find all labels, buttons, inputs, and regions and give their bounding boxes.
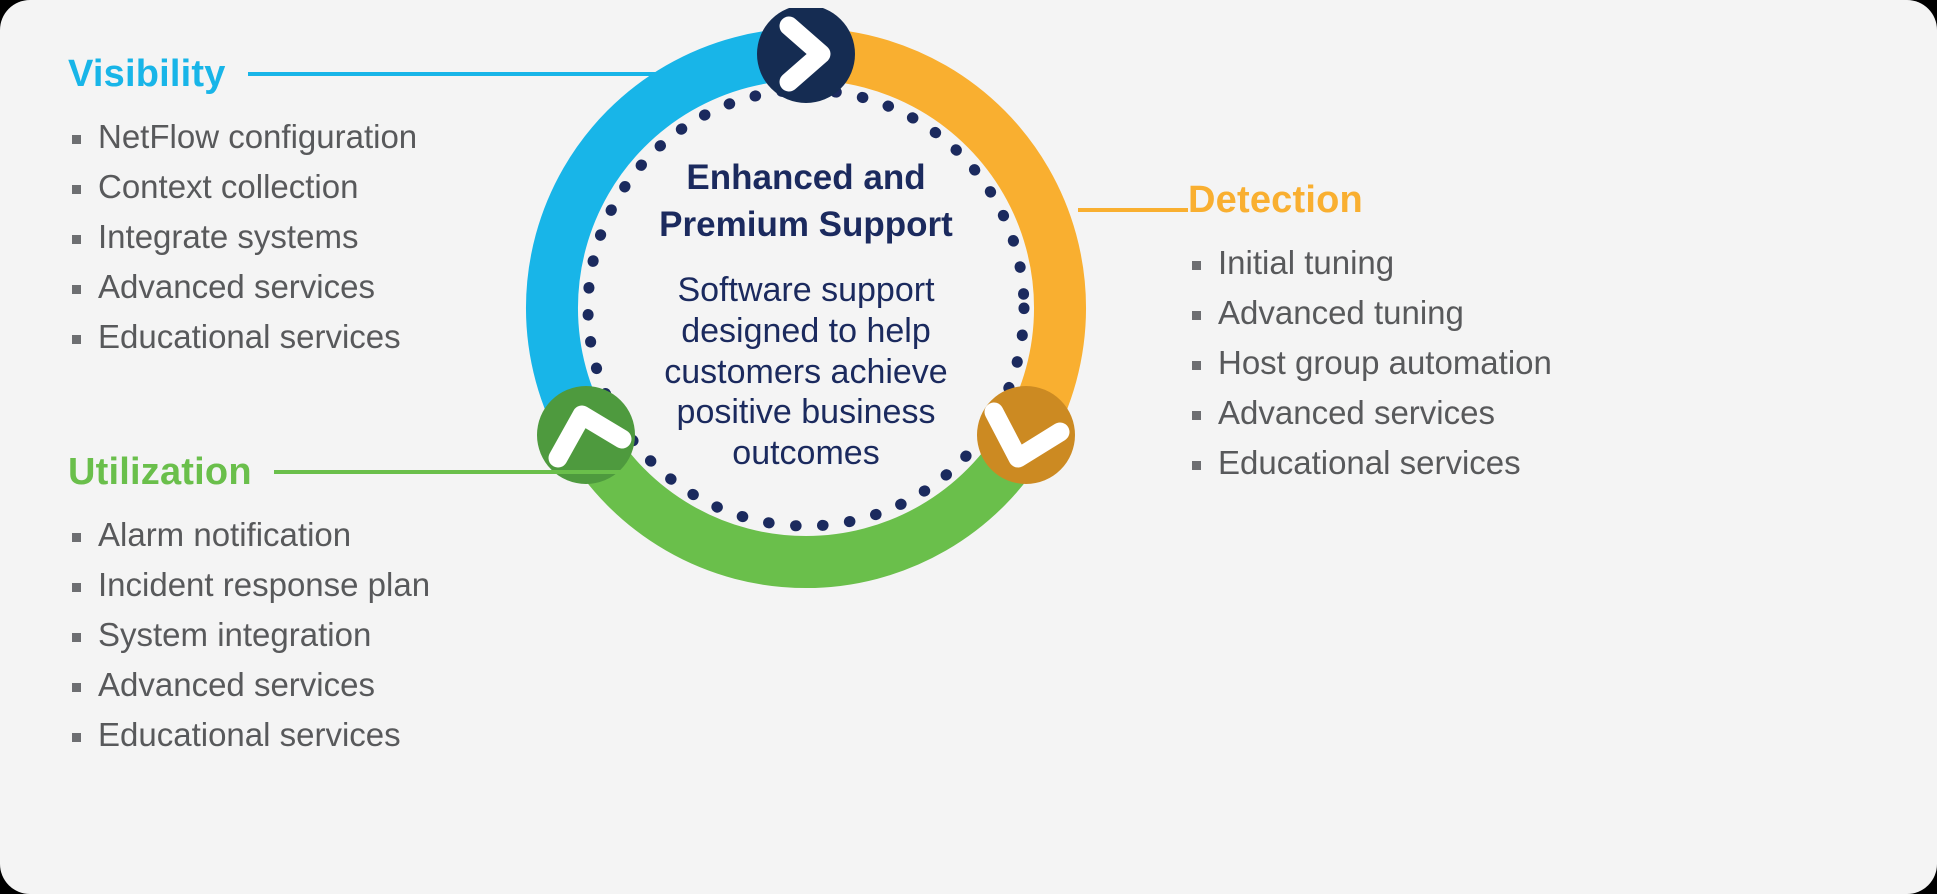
list-item: Educational services bbox=[72, 715, 626, 754]
visibility-heading: Visibility bbox=[68, 53, 226, 95]
list-item: NetFlow configuration bbox=[72, 118, 668, 156]
list-item-label: Host group automation bbox=[1218, 343, 1552, 381]
detection-leader-line bbox=[1078, 208, 1188, 212]
detection-heading: Detection bbox=[1188, 179, 1363, 221]
bullet-icon bbox=[1192, 310, 1201, 320]
visibility-header: Visibility bbox=[68, 55, 668, 93]
utilization-header: Utilization bbox=[68, 453, 626, 491]
list-item-label: Advanced services bbox=[98, 665, 375, 703]
section-utilization: Utilization Alarm notification Incident … bbox=[68, 453, 626, 767]
bullet-icon bbox=[72, 582, 81, 592]
list-item-label: Alarm notification bbox=[98, 516, 352, 553]
list-item-label: System integration bbox=[98, 615, 372, 653]
bullet-icon bbox=[72, 135, 81, 144]
bullet-icon bbox=[72, 284, 81, 294]
visibility-leader-line bbox=[247, 72, 668, 76]
detection-header: Detection bbox=[1188, 181, 1552, 219]
list-item: Context collection bbox=[72, 167, 668, 206]
list-item-label: Advanced services bbox=[1218, 393, 1495, 431]
list-item: Educational services bbox=[1192, 443, 1552, 482]
diagram-canvas: Enhanced and Premium Support Software su… bbox=[0, 0, 1937, 894]
list-item: Host group automation bbox=[1192, 343, 1552, 382]
utilization-leader-line bbox=[273, 470, 626, 474]
bullet-icon bbox=[72, 682, 81, 692]
center-body: Software support designed to help custom… bbox=[664, 271, 948, 473]
bullet-icon bbox=[72, 632, 81, 642]
list-item: Advanced services bbox=[72, 267, 668, 306]
list-item: Incident response plan bbox=[72, 565, 626, 604]
center-content: Enhanced and Premium Support Software su… bbox=[610, 155, 1002, 474]
center-title-line2: Premium Support bbox=[659, 204, 953, 244]
list-item-label: Educational services bbox=[1218, 443, 1521, 481]
list-item: Initial tuning bbox=[1192, 244, 1552, 282]
list-item-label: Integrate systems bbox=[98, 217, 359, 255]
detection-list: Initial tuning Advanced tuning Host grou… bbox=[1192, 244, 1552, 482]
bullet-icon bbox=[72, 732, 81, 742]
list-item-label: Context collection bbox=[98, 167, 359, 205]
list-item: Advanced services bbox=[72, 665, 626, 704]
bullet-icon bbox=[1192, 261, 1201, 270]
section-visibility: Visibility NetFlow configuration Context… bbox=[68, 55, 668, 369]
bullet-icon bbox=[72, 334, 81, 344]
center-title-line1: Enhanced and bbox=[686, 158, 926, 197]
chevron-right-icon bbox=[757, 8, 855, 103]
list-item: Alarm notification bbox=[72, 516, 626, 554]
list-item: Advanced tuning bbox=[1192, 293, 1552, 332]
section-detection: Detection Initial tuning Advanced tuning… bbox=[1188, 181, 1552, 495]
list-item-label: Incident response plan bbox=[98, 565, 431, 603]
list-item-label: Initial tuning bbox=[1218, 244, 1395, 281]
list-item-label: Educational services bbox=[98, 317, 401, 355]
bullet-icon bbox=[72, 234, 81, 244]
list-item: Educational services bbox=[72, 317, 668, 356]
list-item: Advanced services bbox=[1192, 393, 1552, 432]
visibility-list: NetFlow configuration Context collection… bbox=[72, 118, 668, 356]
list-item-label: Advanced tuning bbox=[1218, 293, 1464, 331]
utilization-list: Alarm notification Incident response pla… bbox=[72, 516, 626, 754]
list-item-label: NetFlow configuration bbox=[98, 118, 418, 155]
bullet-icon bbox=[72, 533, 81, 542]
utilization-heading: Utilization bbox=[68, 451, 252, 493]
list-item: Integrate systems bbox=[72, 217, 668, 256]
list-item: System integration bbox=[72, 615, 626, 654]
bullet-icon bbox=[1192, 410, 1201, 420]
bullet-icon bbox=[72, 184, 81, 194]
list-item-label: Advanced services bbox=[98, 267, 375, 305]
bullet-icon bbox=[1192, 460, 1201, 470]
center-title: Enhanced and Premium Support bbox=[610, 155, 1002, 248]
bullet-icon bbox=[1192, 360, 1201, 370]
list-item-label: Educational services bbox=[98, 715, 401, 753]
